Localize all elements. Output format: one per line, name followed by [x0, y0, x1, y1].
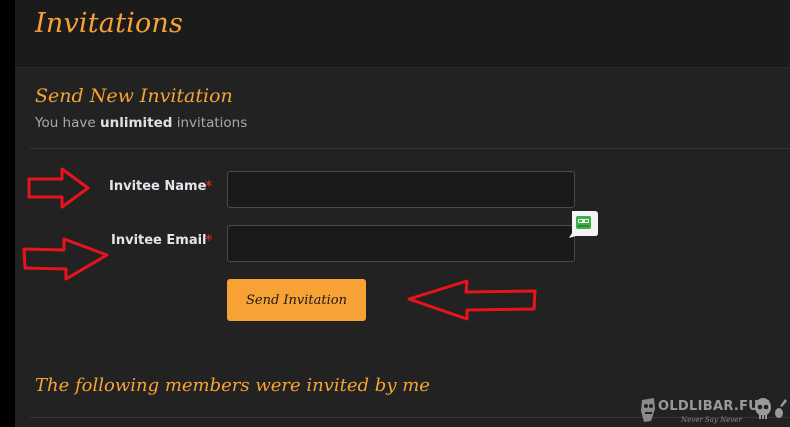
invitee-email-input[interactable] [227, 225, 575, 262]
guitar-icon [775, 399, 787, 418]
page-title: Invitations [35, 8, 184, 39]
page-header: Invitations [15, 0, 790, 68]
send-invitation-title: Send New Invitation [35, 85, 233, 107]
red-arrow-icon [407, 279, 537, 321]
invitee-name-label: Invitee Name [109, 179, 207, 194]
chat-bot-icon[interactable] [568, 209, 599, 238]
red-arrow-icon [22, 237, 109, 281]
allowance-amount: unlimited [99, 115, 173, 131]
red-arrow-icon [27, 167, 90, 209]
section-divider [30, 148, 790, 149]
watermark-tagline: Never Say Never [681, 416, 742, 424]
invitee-name-input[interactable] [227, 171, 575, 208]
allowance-prefix: You have [35, 115, 100, 131]
invitation-allowance: You have unlimited invitations [35, 115, 247, 131]
invitee-email-label: Invitee Email [111, 233, 207, 248]
allowance-suffix: invitations [172, 115, 248, 131]
invited-members-title: The following members were invited by me [35, 375, 430, 396]
skull-badge-icon [641, 398, 655, 422]
site-watermark: OLDLIBAR.FUN Never Say Never [637, 395, 790, 427]
skull-icon [755, 398, 771, 419]
invitations-page: Invitations Send New Invitation You have… [0, 0, 790, 427]
invitee-name-required-mark: * [205, 177, 213, 195]
send-invitation-panel: Send New Invitation You have unlimited i… [15, 68, 790, 427]
send-invitation-button[interactable]: Send Invitation [227, 279, 366, 321]
invitee-email-required-mark: * [205, 231, 213, 249]
